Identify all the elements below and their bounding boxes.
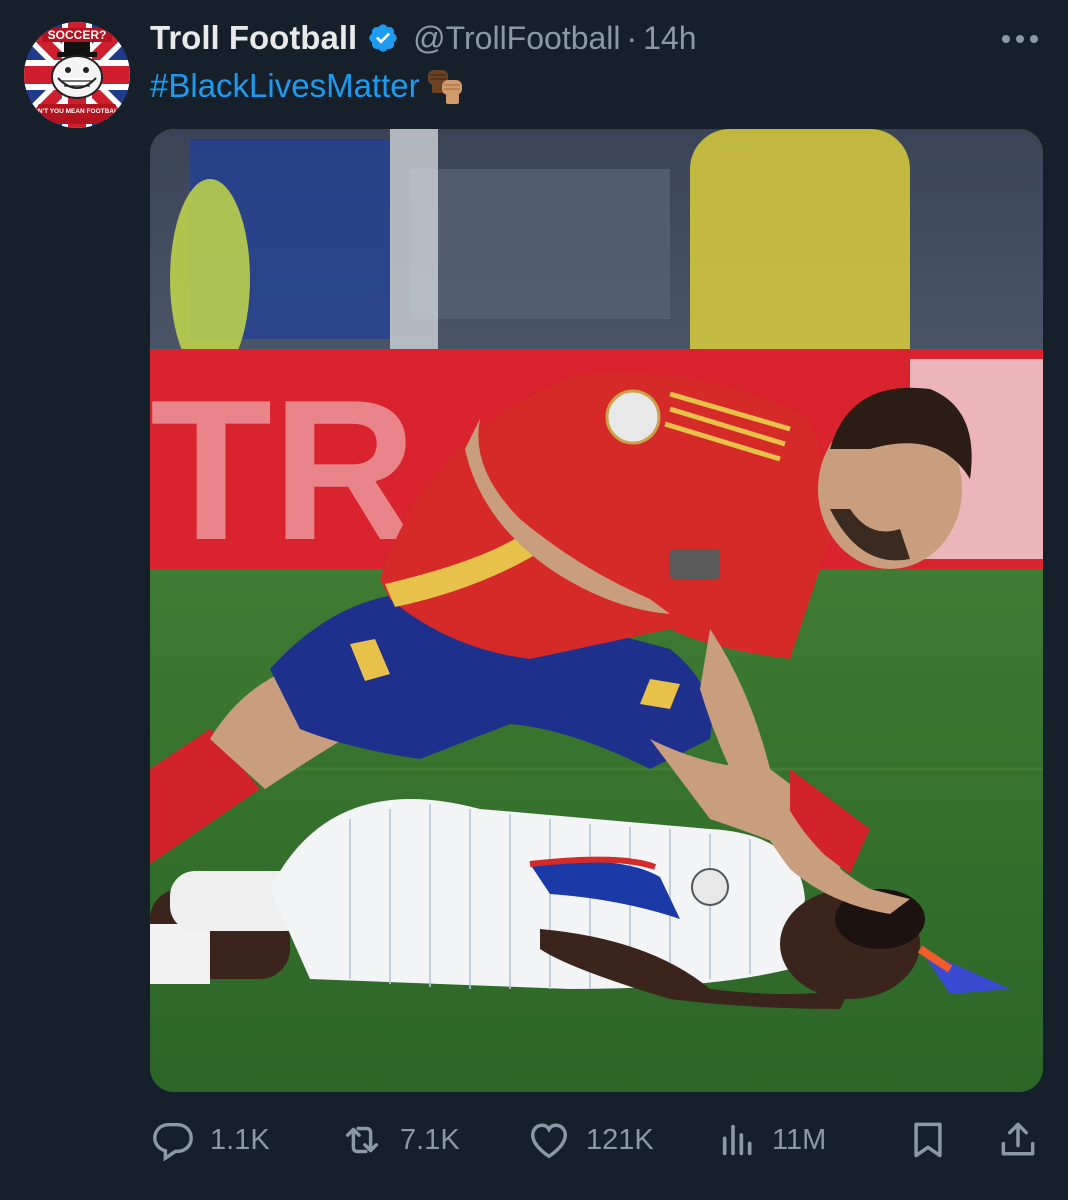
timestamp[interactable]: 14h — [643, 20, 696, 57]
repost-icon — [345, 1126, 379, 1154]
share-button[interactable] — [996, 1110, 1040, 1170]
avatar[interactable]: SOCCER? DON'T YOU MEAN FOOTBALL? — [24, 22, 130, 128]
separator-dot: · — [626, 19, 638, 56]
repost-count: 7.1K — [400, 1123, 460, 1156]
bookmark-icon — [914, 1122, 942, 1158]
tweet-text: #BlackLivesMatter — [150, 64, 468, 108]
bookmark-button[interactable] — [906, 1110, 950, 1170]
views-icon — [722, 1124, 752, 1156]
views-button[interactable]: 11M — [718, 1110, 826, 1170]
tweet-header: Troll Football @TrollFootball · 14h — [150, 16, 697, 60]
hashtag-link[interactable]: #BlackLivesMatter — [150, 64, 420, 108]
like-button[interactable]: 121K — [526, 1110, 654, 1170]
verified-badge-icon[interactable] — [367, 22, 399, 54]
tweet: SOCCER? DON'T YOU MEAN FOOTBALL? Troll F… — [0, 0, 1068, 1200]
reply-count: 1.1K — [210, 1123, 270, 1156]
tweet-actions: 1.1K 7.1K 121K 11M — [150, 1110, 1040, 1170]
heart-icon — [530, 1123, 568, 1159]
reply-button[interactable]: 1.1K — [150, 1110, 270, 1170]
handle[interactable]: @TrollFootball — [413, 20, 620, 57]
repost-button[interactable]: 7.1K — [338, 1110, 460, 1170]
raised-fist-emoji-icon — [424, 66, 468, 106]
svg-text:TR: TR — [150, 359, 417, 582]
tweet-media-image[interactable]: TR — [150, 129, 1043, 1092]
views-count: 11M — [772, 1123, 827, 1156]
avatar-top-text: SOCCER? — [48, 28, 107, 42]
reply-icon — [153, 1122, 193, 1162]
share-icon — [1001, 1122, 1035, 1156]
display-name[interactable]: Troll Football — [150, 19, 357, 57]
avatar-bottom-text: DON'T YOU MEAN FOOTBALL? — [28, 108, 126, 115]
like-count: 121K — [586, 1123, 654, 1156]
more-dots-icon[interactable] — [998, 22, 1042, 56]
